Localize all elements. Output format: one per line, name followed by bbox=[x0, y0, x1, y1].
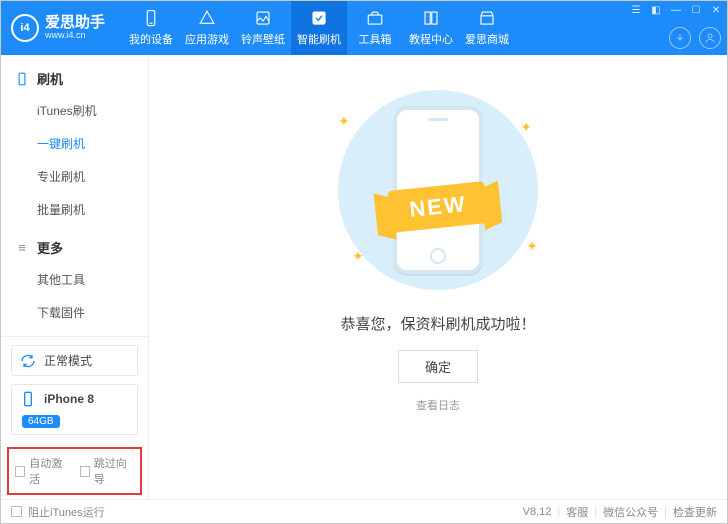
checkbox-block-itunes[interactable]: 阻止iTunes运行 bbox=[11, 504, 105, 520]
sidebar: 刷机 iTunes刷机 一键刷机 专业刷机 批量刷机 ≡ 更多 其他工具 下载固… bbox=[1, 55, 149, 499]
nav-label: 铃声壁纸 bbox=[241, 31, 285, 47]
separator: | bbox=[555, 506, 562, 518]
side-item-firmware[interactable]: 下载固件 bbox=[1, 296, 148, 329]
sparkle-icon: ✦ bbox=[526, 238, 538, 255]
side-group-header[interactable]: 刷机 bbox=[1, 63, 148, 94]
top-nav: 我的设备 应用游戏 铃声壁纸 智能刷机 工具箱 教程中心 bbox=[123, 1, 515, 55]
sparkle-icon: ✦ bbox=[352, 248, 364, 265]
checkbox-icon bbox=[80, 466, 90, 477]
brand-url: www.i4.cn bbox=[45, 31, 105, 41]
success-message: 恭喜您，保资料刷机成功啦！ bbox=[340, 313, 535, 334]
separator: | bbox=[592, 506, 599, 518]
side-item-pro[interactable]: 专业刷机 bbox=[1, 160, 148, 193]
options-box: 自动激活 跳过向导 bbox=[7, 447, 142, 495]
nav-device[interactable]: 我的设备 bbox=[123, 1, 179, 55]
phone-icon bbox=[15, 72, 29, 86]
link-support[interactable]: 客服 bbox=[566, 504, 588, 520]
toolbox-icon bbox=[366, 9, 384, 27]
statusbar-right: V8.12 | 客服 | 微信公众号 | 检查更新 bbox=[523, 504, 717, 520]
nav-mall[interactable]: 爱思商城 bbox=[459, 1, 515, 55]
sparkle-icon: ✦ bbox=[520, 119, 532, 136]
close-icon[interactable]: ✕ bbox=[709, 3, 723, 17]
maximize-icon[interactable]: ☐ bbox=[689, 3, 703, 17]
body: 刷机 iTunes刷机 一键刷机 专业刷机 批量刷机 ≡ 更多 其他工具 下载固… bbox=[1, 55, 727, 499]
window-controls: ☰ ◧ — ☐ ✕ bbox=[629, 3, 723, 17]
topbar: i4 爱思助手 www.i4.cn 我的设备 应用游戏 铃声壁纸 智能刷机 bbox=[1, 1, 727, 55]
skin-icon[interactable]: ◧ bbox=[649, 3, 663, 17]
nav-ring[interactable]: 铃声壁纸 bbox=[235, 1, 291, 55]
side-group-header[interactable]: ≡ 更多 bbox=[1, 232, 148, 263]
app-window: i4 爱思助手 www.i4.cn 我的设备 应用游戏 铃声壁纸 智能刷机 bbox=[0, 0, 728, 524]
brand: i4 爱思助手 www.i4.cn bbox=[1, 1, 115, 55]
checkbox-icon bbox=[11, 506, 22, 517]
storage-badge: 64GB bbox=[22, 415, 60, 428]
minimize-icon[interactable]: — bbox=[669, 3, 683, 17]
phone-icon bbox=[142, 9, 160, 27]
side-item-oneclick[interactable]: 一键刷机 bbox=[1, 127, 148, 160]
top-right-controls bbox=[669, 27, 721, 49]
side-group-label: 更多 bbox=[37, 238, 63, 257]
main-pane: ✦ ✦ ✦ ✦ NEW 恭喜您，保资料刷机成功啦！ 确定 查看日志 bbox=[149, 55, 727, 499]
nav-label: 教程中心 bbox=[409, 31, 453, 47]
device-row[interactable]: iPhone 8 64GB bbox=[11, 384, 138, 435]
checkbox-label: 自动激活 bbox=[29, 455, 69, 487]
settings-icon[interactable]: ☰ bbox=[629, 3, 643, 17]
side-item-other[interactable]: 其他工具 bbox=[1, 263, 148, 296]
side-group-more: ≡ 更多 其他工具 下载固件 高级功能 bbox=[1, 232, 148, 336]
separator: | bbox=[662, 506, 669, 518]
nav-label: 我的设备 bbox=[129, 31, 173, 47]
brand-logo-icon: i4 bbox=[11, 14, 39, 42]
ok-button[interactable]: 确定 bbox=[398, 350, 478, 383]
nav-label: 工具箱 bbox=[359, 31, 392, 47]
checkbox-skipguide[interactable]: 跳过向导 bbox=[80, 455, 135, 487]
refresh-icon bbox=[20, 353, 36, 369]
side-item-itunes[interactable]: iTunes刷机 bbox=[1, 94, 148, 127]
flash-icon bbox=[310, 9, 328, 27]
nav-tools[interactable]: 工具箱 bbox=[347, 1, 403, 55]
store-icon bbox=[478, 9, 496, 27]
user-button[interactable] bbox=[699, 27, 721, 49]
nav-label: 智能刷机 bbox=[297, 31, 341, 47]
checkbox-icon bbox=[15, 466, 25, 477]
statusbar: 阻止iTunes运行 V8.12 | 客服 | 微信公众号 | 检查更新 bbox=[1, 499, 727, 523]
mode-row[interactable]: 正常模式 bbox=[11, 345, 138, 376]
device-name: iPhone 8 bbox=[44, 392, 94, 406]
side-group-flash: 刷机 iTunes刷机 一键刷机 专业刷机 批量刷机 bbox=[1, 63, 148, 226]
mode-label: 正常模式 bbox=[44, 352, 92, 369]
version-label: V8.12 bbox=[523, 506, 552, 518]
side-group-label: 刷机 bbox=[37, 69, 63, 88]
checkbox-label: 跳过向导 bbox=[94, 455, 134, 487]
nav-tutorial[interactable]: 教程中心 bbox=[403, 1, 459, 55]
phone-icon bbox=[20, 391, 36, 407]
wallpaper-icon bbox=[254, 9, 272, 27]
checkbox-label: 阻止iTunes运行 bbox=[28, 504, 105, 520]
download-button[interactable] bbox=[669, 27, 691, 49]
sparkle-icon: ✦ bbox=[338, 113, 350, 130]
side-item-batch[interactable]: 批量刷机 bbox=[1, 193, 148, 226]
book-icon bbox=[422, 9, 440, 27]
link-update[interactable]: 检查更新 bbox=[673, 504, 717, 520]
nav-label: 应用游戏 bbox=[185, 31, 229, 47]
side-status: 正常模式 iPhone 8 64GB bbox=[1, 336, 148, 443]
checkbox-autoactivate[interactable]: 自动激活 bbox=[15, 455, 70, 487]
side-item-adv[interactable]: 高级功能 bbox=[1, 329, 148, 336]
brand-name: 爱思助手 bbox=[45, 15, 105, 32]
nav-apps[interactable]: 应用游戏 bbox=[179, 1, 235, 55]
menu-icon: ≡ bbox=[15, 241, 29, 255]
link-wechat[interactable]: 微信公众号 bbox=[603, 504, 658, 520]
nav-flash[interactable]: 智能刷机 bbox=[291, 1, 347, 55]
view-log-link[interactable]: 查看日志 bbox=[416, 397, 460, 413]
nav-label: 爱思商城 bbox=[465, 31, 509, 47]
success-hero: ✦ ✦ ✦ ✦ NEW bbox=[318, 85, 558, 295]
apps-icon bbox=[198, 9, 216, 27]
